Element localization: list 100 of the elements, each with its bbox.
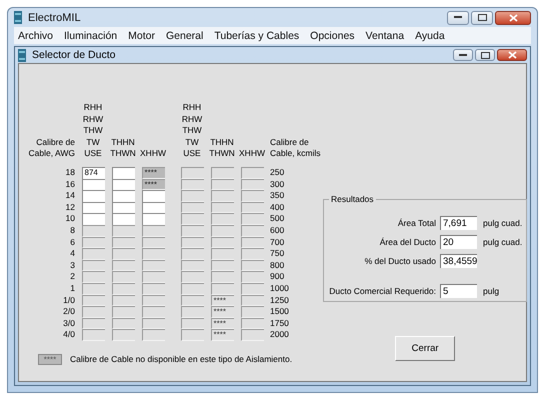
input-field[interactable] <box>180 224 204 237</box>
input-field[interactable] <box>142 294 164 306</box>
input-field[interactable] <box>240 271 264 283</box>
input-field[interactable] <box>142 224 164 237</box>
input-field[interactable] <box>112 167 134 179</box>
close-button[interactable] <box>495 10 531 24</box>
input-field[interactable] <box>112 318 134 330</box>
input-field[interactable] <box>210 260 234 272</box>
input-field[interactable] <box>240 318 264 330</box>
input-field[interactable]: **** <box>210 318 234 330</box>
input-field[interactable] <box>112 178 134 190</box>
input-field[interactable] <box>210 213 234 225</box>
input-field[interactable] <box>180 167 204 179</box>
menu-item[interactable]: Ayuda <box>415 30 445 42</box>
input-field[interactable] <box>142 236 164 248</box>
minimize-button[interactable] <box>453 49 473 61</box>
input-field[interactable] <box>240 202 264 214</box>
input-field[interactable] <box>142 260 164 272</box>
input-field[interactable] <box>180 178 204 190</box>
input-field[interactable]: **** <box>210 306 234 318</box>
input-field[interactable]: **** <box>210 329 234 341</box>
input-field[interactable] <box>112 271 134 283</box>
input-field[interactable] <box>210 248 234 260</box>
input-field[interactable] <box>210 271 234 283</box>
input-field[interactable] <box>82 190 104 202</box>
menu-item[interactable]: Motor <box>128 30 155 42</box>
input-field[interactable] <box>82 318 104 330</box>
input-field[interactable] <box>180 318 204 330</box>
input-field[interactable] <box>142 213 164 225</box>
input-field[interactable] <box>82 329 104 341</box>
menu-item[interactable]: Archivo <box>18 30 54 42</box>
input-field[interactable] <box>180 329 204 341</box>
input-field[interactable] <box>180 306 204 318</box>
input-field[interactable] <box>240 282 264 295</box>
input-field[interactable] <box>142 282 164 295</box>
close-dialog-button[interactable]: Cerrar <box>395 336 456 361</box>
close-button[interactable] <box>497 49 527 61</box>
input-field[interactable] <box>112 202 134 214</box>
menu-item[interactable]: Iluminación <box>64 30 118 42</box>
input-field[interactable] <box>112 190 134 202</box>
input-field[interactable] <box>142 329 164 341</box>
input-field[interactable] <box>240 178 264 190</box>
input-field[interactable] <box>82 282 104 295</box>
input-field[interactable] <box>180 294 204 306</box>
input-field[interactable] <box>112 224 134 237</box>
input-field[interactable] <box>180 213 204 225</box>
input-field[interactable] <box>112 260 134 272</box>
minimize-button[interactable] <box>447 10 469 24</box>
input-field[interactable] <box>240 294 264 306</box>
input-field[interactable] <box>82 178 104 190</box>
input-field[interactable] <box>82 236 104 248</box>
menu-item[interactable]: Tuberías y Cables <box>214 30 300 42</box>
input-field[interactable] <box>240 190 264 202</box>
input-field[interactable] <box>210 236 234 248</box>
input-field[interactable] <box>240 248 264 260</box>
result-field[interactable]: 7,691 <box>440 216 477 230</box>
input-field[interactable] <box>180 271 204 283</box>
input-field[interactable] <box>240 260 264 272</box>
maximize-button[interactable] <box>471 10 493 24</box>
result-field[interactable]: 20 <box>440 235 477 249</box>
input-field[interactable] <box>240 236 264 248</box>
input-field[interactable] <box>82 294 104 306</box>
input-field[interactable] <box>180 282 204 295</box>
input-field[interactable] <box>210 190 234 202</box>
input-field[interactable] <box>240 213 264 225</box>
input-field[interactable] <box>142 318 164 330</box>
input-field[interactable] <box>82 224 104 237</box>
input-field[interactable] <box>82 271 104 283</box>
input-field[interactable] <box>210 282 234 295</box>
input-field[interactable] <box>112 248 134 260</box>
input-field[interactable]: **** <box>142 167 164 179</box>
input-field[interactable] <box>82 213 104 225</box>
menu-item[interactable]: Opciones <box>310 30 355 42</box>
result-field[interactable]: 38,4559 <box>440 254 477 268</box>
input-field[interactable]: **** <box>142 178 164 190</box>
input-field[interactable] <box>240 167 264 179</box>
input-field[interactable] <box>112 306 134 318</box>
input-field[interactable] <box>240 329 264 341</box>
menu-item[interactable]: Ventana <box>366 30 404 42</box>
input-field[interactable] <box>180 248 204 260</box>
input-field[interactable] <box>210 224 234 237</box>
input-field[interactable]: **** <box>210 294 234 306</box>
input-field[interactable] <box>180 260 204 272</box>
input-field[interactable] <box>112 329 134 341</box>
input-field[interactable] <box>240 306 264 318</box>
input-field[interactable] <box>210 178 234 190</box>
input-field[interactable] <box>240 224 264 237</box>
input-field[interactable] <box>180 202 204 214</box>
input-field[interactable] <box>142 248 164 260</box>
input-field[interactable] <box>82 260 104 272</box>
input-field[interactable] <box>180 236 204 248</box>
input-field[interactable] <box>142 190 164 202</box>
input-field[interactable] <box>210 202 234 214</box>
input-field[interactable] <box>112 282 134 295</box>
result-field[interactable]: 5 <box>440 284 477 298</box>
input-field[interactable] <box>142 202 164 214</box>
input-field[interactable] <box>112 213 134 225</box>
input-field[interactable] <box>112 294 134 306</box>
input-field[interactable] <box>82 202 104 214</box>
maximize-button[interactable] <box>475 49 495 61</box>
